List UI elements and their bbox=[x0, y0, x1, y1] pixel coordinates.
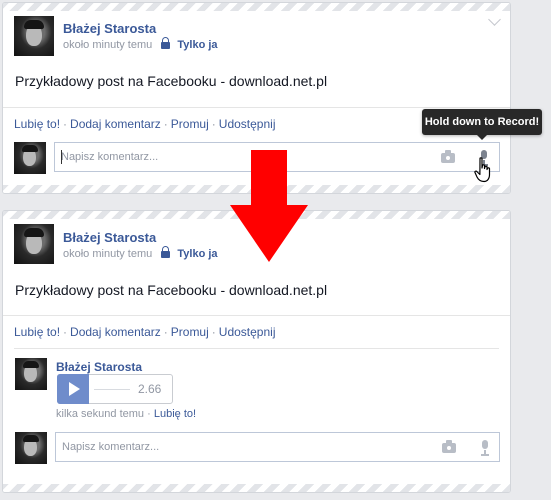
lock-icon bbox=[161, 246, 171, 258]
comment-author-name[interactable]: Błażej Starosta bbox=[56, 360, 142, 374]
commenter-avatar bbox=[15, 432, 47, 464]
mic-head bbox=[482, 440, 488, 449]
text-caret bbox=[61, 150, 62, 164]
action-separator: · bbox=[163, 325, 168, 339]
action-separator: · bbox=[63, 325, 68, 339]
microphone-icon[interactable] bbox=[479, 440, 491, 456]
avatar-hair bbox=[23, 361, 39, 368]
post-text: Przykładowy post na Facebooku - download… bbox=[15, 73, 328, 89]
audience-label[interactable]: Tylko ja bbox=[177, 39, 217, 51]
audio-player: 2.66 bbox=[57, 374, 173, 404]
record-tooltip: Hold down to Record! bbox=[422, 109, 542, 140]
action-separator: · bbox=[63, 117, 68, 131]
card-stripe-top bbox=[3, 3, 510, 11]
like-link[interactable]: Lubię to! bbox=[14, 325, 60, 339]
comment-input[interactable] bbox=[62, 433, 422, 461]
red-arrow-down-icon bbox=[230, 150, 308, 262]
comment-time[interactable]: kilka sekund temu bbox=[56, 408, 144, 420]
author-avatar[interactable] bbox=[14, 224, 54, 264]
avatar-hair bbox=[24, 20, 44, 29]
comments-divider bbox=[14, 348, 499, 349]
action-separator: · bbox=[211, 325, 216, 339]
author-avatar[interactable] bbox=[14, 16, 54, 56]
share-link[interactable]: Udostępnij bbox=[219, 325, 276, 339]
action-separator: · bbox=[163, 117, 168, 131]
audio-duration: 2.66 bbox=[138, 382, 162, 396]
comment-like-link[interactable]: Lubię to! bbox=[154, 408, 196, 420]
mic-foot bbox=[481, 454, 489, 456]
post-time[interactable]: około minuty temu bbox=[63, 39, 152, 51]
avatar-hair bbox=[23, 435, 39, 442]
post-actions: Lubię to! · Dodaj komentarz · Promuj · Udostęp… bbox=[14, 117, 275, 131]
post-text: Przykładowy post na Facebooku - download… bbox=[15, 282, 328, 298]
commenter-avatar bbox=[14, 142, 46, 174]
camera-icon[interactable] bbox=[441, 150, 455, 163]
author-name[interactable]: Błażej Starosta bbox=[63, 21, 156, 36]
hand-cursor-icon bbox=[474, 157, 491, 183]
avatar-hair bbox=[22, 145, 38, 152]
audio-progress-track[interactable] bbox=[94, 389, 130, 390]
comment-meta: kilka sekund temu · Lubię to! bbox=[56, 408, 196, 420]
post-actions: Lubię to! · Dodaj komentarz · Promuj · Udostęp… bbox=[14, 325, 275, 339]
comment-box bbox=[55, 432, 500, 462]
promote-link[interactable]: Promuj bbox=[171, 117, 209, 131]
comment-link[interactable]: Dodaj komentarz bbox=[70, 117, 161, 131]
chevron-down-icon[interactable] bbox=[488, 13, 501, 26]
action-separator: · bbox=[211, 117, 216, 131]
lock-icon bbox=[161, 37, 171, 49]
play-icon[interactable] bbox=[57, 374, 89, 404]
comment-link[interactable]: Dodaj komentarz bbox=[70, 325, 161, 339]
author-name[interactable]: Błażej Starosta bbox=[63, 230, 156, 245]
like-link[interactable]: Lubię to! bbox=[14, 117, 60, 131]
comment-author-avatar[interactable] bbox=[15, 358, 47, 390]
post-time[interactable]: około minuty temu bbox=[63, 248, 152, 260]
camera-icon[interactable] bbox=[442, 440, 456, 453]
card-stripe-bottom bbox=[3, 484, 510, 492]
share-link[interactable]: Udostępnij bbox=[219, 117, 276, 131]
audience-label[interactable]: Tylko ja bbox=[177, 248, 217, 260]
post-divider bbox=[3, 107, 510, 108]
promote-link[interactable]: Promuj bbox=[171, 325, 209, 339]
avatar-hair bbox=[24, 228, 44, 237]
post-divider bbox=[3, 315, 510, 316]
post-meta: około minuty temu Tylko ja bbox=[63, 246, 218, 260]
post-meta: około minuty temu Tylko ja bbox=[63, 37, 218, 51]
comment-meta-separator: · bbox=[147, 408, 151, 420]
